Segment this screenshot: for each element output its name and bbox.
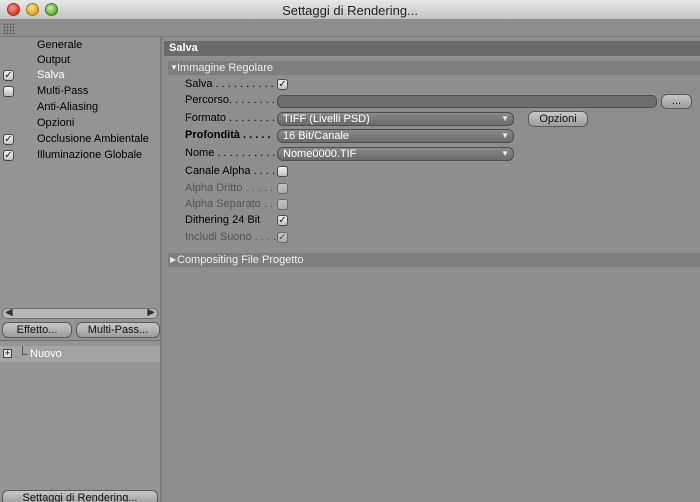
section-title: Salva	[164, 41, 700, 56]
sidebar-item-multi-pass[interactable]: Multi-Pass	[0, 84, 160, 99]
effect-button[interactable]: Effetto...	[2, 322, 72, 338]
group-compositing[interactable]: ▶ Compositing File Progetto	[168, 253, 700, 267]
effect-tree-item[interactable]: + Nuovo	[0, 346, 160, 362]
nome-value: Nome0000.TIF	[283, 148, 357, 160]
alpha-dritto-checkbox[interactable]	[277, 183, 288, 194]
row-profondita: Profondità . . . . . 16 Bit/Canale ▼	[185, 128, 700, 144]
profondita-dropdown[interactable]: 16 Bit/Canale ▼	[277, 129, 514, 143]
sidebar-item-occlusione-ambientale[interactable]: ✓ Occlusione Ambientale	[0, 132, 160, 147]
sidebar-item-label: Output	[37, 54, 71, 66]
tool-strip	[0, 20, 700, 37]
formato-value: TIFF (Livelli PSD)	[283, 113, 370, 125]
canale-alpha-checkbox[interactable]	[277, 166, 288, 177]
alpha-separato-label: Alpha Separato . .	[185, 198, 274, 210]
multi-pass-button[interactable]: Multi-Pass...	[76, 322, 160, 338]
divider	[0, 340, 160, 341]
canale-alpha-label: Canale Alpha . . . .	[185, 165, 275, 177]
sidebar-item-label: Salva	[37, 69, 65, 81]
includi-suono-label: Includi Suono . . . .	[185, 231, 277, 243]
illuminazione-enable-checkbox[interactable]: ✓	[3, 150, 14, 161]
sidebar-item-label: Generale	[37, 39, 83, 51]
effect-tree-item-label: Nuovo	[30, 348, 62, 360]
sidebar-item-salva[interactable]: ✓ Salva	[0, 68, 160, 83]
alpha-separato-checkbox[interactable]	[277, 199, 288, 210]
formato-label: Formato . . . . . . . .	[185, 112, 275, 124]
group-immagine-regolare[interactable]: ▼ Immagine Regolare	[168, 61, 700, 75]
settings-sidebar: Generale Output ✓ Salva Multi-Pass Anti-…	[0, 37, 162, 502]
formato-dropdown[interactable]: TIFF (Livelli PSD) ▼	[277, 112, 514, 126]
scroll-right-icon[interactable]: ▶	[147, 307, 155, 318]
percorso-label: Percorso. . . . . . . . .	[185, 94, 281, 106]
sidebar-item-illuminazione-globale[interactable]: ✓ Illuminazione Globale	[0, 148, 160, 163]
profondita-value: 16 Bit/Canale	[283, 130, 350, 142]
scroll-left-icon[interactable]: ◀	[5, 307, 13, 318]
disclosure-down-icon[interactable]: ▼	[170, 61, 178, 75]
grip-icon[interactable]	[3, 23, 14, 34]
row-salva: Salva . . . . . . . . . . ✓	[185, 77, 700, 93]
group-title: Compositing File Progetto	[177, 254, 304, 266]
dithering-label: Dithering 24 Bit	[185, 214, 261, 226]
row-nome: Nome . . . . . . . . . . Nome0000.TIF ▼	[185, 146, 700, 162]
path-input[interactable]	[277, 95, 657, 108]
sidebar-item-label: Multi-Pass	[37, 85, 89, 97]
row-formato: Formato . . . . . . . . TIFF (Livelli PS…	[185, 111, 700, 127]
sidebar-horizontal-scrollbar[interactable]: ◀ ▶	[2, 307, 158, 319]
dithering-checkbox[interactable]: ✓	[277, 215, 288, 226]
disclosure-right-icon[interactable]: ▶	[170, 253, 176, 267]
row-includi-suono: Includi Suono . . . . ✓	[185, 230, 700, 246]
render-settings-button[interactable]: Settaggi di Rendering...	[2, 490, 158, 502]
row-dithering: Dithering 24 Bit ✓	[185, 213, 700, 229]
opzioni-button[interactable]: Opzioni	[528, 111, 588, 127]
sidebar-item-generale[interactable]: Generale	[0, 38, 160, 53]
title-bar: Settaggi di Rendering...	[0, 0, 700, 20]
nome-label: Nome . . . . . . . . . .	[185, 147, 276, 159]
chevron-down-icon: ▼	[501, 114, 509, 123]
sidebar-item-opzioni[interactable]: Opzioni	[0, 116, 160, 131]
sidebar-item-label: Occlusione Ambientale	[37, 133, 149, 145]
sidebar-item-label: Opzioni	[37, 117, 75, 129]
salva-checkbox[interactable]: ✓	[277, 79, 288, 90]
multi-pass-enable-checkbox[interactable]	[3, 86, 14, 97]
sidebar-item-output[interactable]: Output	[0, 53, 160, 68]
browse-button[interactable]: ...	[661, 94, 692, 109]
row-alpha-dritto: Alpha Dritto . . . . .	[185, 181, 700, 197]
row-percorso: Percorso. . . . . . . . . ...	[185, 93, 700, 109]
group-title: Immagine Regolare	[177, 62, 273, 74]
chevron-down-icon: ▼	[501, 149, 509, 158]
row-alpha-separato: Alpha Separato . .	[185, 197, 700, 213]
profondita-label: Profondità . . . . .	[185, 129, 271, 141]
sidebar-item-label: Anti-Aliasing	[37, 101, 99, 113]
chevron-down-icon: ▼	[501, 131, 509, 140]
tree-line-icon	[22, 346, 28, 355]
occlusione-enable-checkbox[interactable]: ✓	[3, 134, 14, 145]
window-title: Settaggi di Rendering...	[282, 3, 418, 18]
nome-dropdown[interactable]: Nome0000.TIF ▼	[277, 147, 514, 161]
alpha-dritto-label: Alpha Dritto . . . . .	[185, 182, 274, 194]
sidebar-item-anti-aliasing[interactable]: Anti-Aliasing	[0, 100, 160, 115]
plus-icon[interactable]: +	[3, 349, 12, 358]
includi-suono-checkbox[interactable]: ✓	[277, 232, 288, 243]
sidebar-item-label: Illuminazione Globale	[37, 149, 143, 161]
salva-enable-checkbox[interactable]: ✓	[3, 70, 14, 81]
salva-label: Salva . . . . . . . . . .	[185, 78, 274, 90]
settings-content: Salva ▼ Immagine Regolare Salva . . . . …	[164, 37, 700, 502]
row-canale-alpha: Canale Alpha . . . .	[185, 164, 700, 180]
